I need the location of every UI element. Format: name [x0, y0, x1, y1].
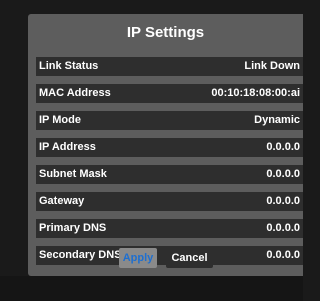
gateway-field[interactable]: 0.0.0.0: [266, 192, 300, 211]
apply-button[interactable]: Apply: [119, 248, 157, 268]
primary-dns-row[interactable]: Primary DNS 0.0.0.0: [36, 219, 303, 238]
mac-address-label: MAC Address: [39, 87, 111, 99]
ip-mode-value[interactable]: Dynamic: [254, 111, 300, 130]
ip-mode-label: IP Mode: [39, 114, 81, 126]
mac-address-value: 00:10:18:08:00:ai: [211, 87, 300, 99]
link-status-row: Link Status Link Down: [36, 57, 303, 76]
primary-dns-label: Primary DNS: [39, 222, 107, 234]
screen: IP Settings Link Status Link Down MAC Ad…: [0, 0, 303, 301]
subnet-mask-field[interactable]: 0.0.0.0: [266, 165, 300, 184]
gateway-row[interactable]: Gateway 0.0.0.0: [36, 192, 303, 211]
link-status-value: Link Down: [244, 60, 300, 72]
secondary-dns-field[interactable]: 0.0.0.0: [266, 246, 300, 265]
secondary-dns-label: Secondary DNS: [39, 249, 122, 261]
ip-mode-row[interactable]: IP Mode Dynamic: [36, 111, 303, 130]
bottom-bar: [0, 276, 303, 301]
ip-address-label: IP Address: [39, 141, 96, 153]
cancel-button[interactable]: Cancel: [166, 248, 213, 268]
subnet-mask-row[interactable]: Subnet Mask 0.0.0.0: [36, 165, 303, 184]
ip-address-row[interactable]: IP Address 0.0.0.0: [36, 138, 303, 157]
ip-settings-dialog: IP Settings Link Status Link Down MAC Ad…: [28, 14, 303, 276]
primary-dns-field[interactable]: 0.0.0.0: [266, 219, 300, 238]
link-status-label: Link Status: [39, 60, 99, 72]
mac-address-row: MAC Address 00:10:18:08:00:ai: [36, 84, 303, 103]
subnet-mask-label: Subnet Mask: [39, 168, 107, 180]
ip-address-field[interactable]: 0.0.0.0: [266, 138, 300, 157]
gateway-label: Gateway: [39, 195, 85, 207]
dialog-title: IP Settings: [126, 24, 205, 41]
